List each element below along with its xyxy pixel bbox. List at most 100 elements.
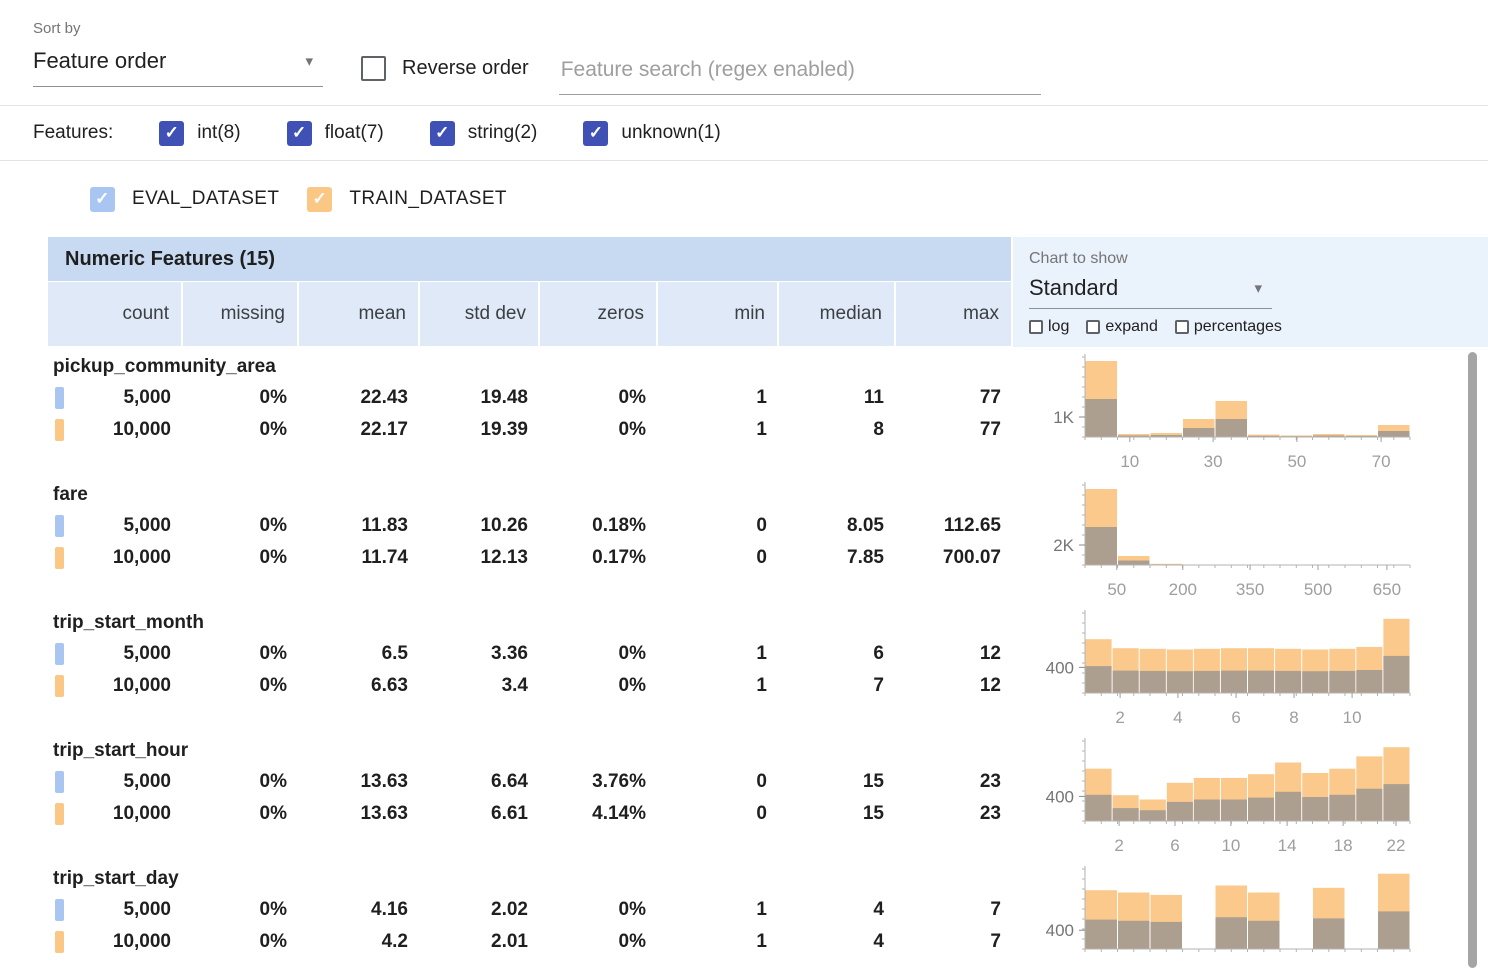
dataset-legend: ✓ EVAL_DATASET ✓ TRAIN_DATASET (0, 161, 1488, 237)
eval-dataset-marker (55, 771, 64, 793)
stat-median: 7.85 (779, 542, 896, 574)
stat-max: 12 (896, 670, 1013, 702)
feature-block-pickup_community_area: pickup_community_area5,0000%22.4319.480%… (48, 351, 1013, 479)
toggle-label: percentages (1194, 318, 1282, 336)
stat-std-dev: 19.48 (420, 382, 540, 414)
svg-text:2: 2 (1114, 836, 1123, 855)
stat-row-eval: 5,0000%22.4319.480%11177 (48, 382, 1013, 414)
eval-dataset-marker (55, 387, 64, 409)
feature-name: trip_start_hour (48, 735, 1013, 766)
stat-missing: 0% (183, 894, 299, 926)
expand-toggle[interactable]: expand (1086, 318, 1158, 336)
svg-text:500: 500 (1304, 580, 1332, 599)
feature-chart-trip_start_day: 400 (1013, 863, 1488, 968)
stat-missing: 0% (183, 766, 299, 798)
sort-order-dropdown[interactable]: Feature order ▾ (33, 48, 323, 87)
stat-zeros: 0% (540, 894, 658, 926)
stat-std-dev: 12.13 (420, 542, 540, 574)
percentages-toggle[interactable]: percentages (1175, 318, 1282, 336)
feature-stats-list: pickup_community_area5,0000%22.4319.480%… (48, 346, 1013, 968)
svg-text:30: 30 (1204, 452, 1223, 471)
train-dataset-marker (55, 931, 64, 953)
svg-text:10: 10 (1343, 708, 1362, 727)
stat-mean: 11.74 (299, 542, 420, 574)
stat-median: 15 (779, 798, 896, 830)
filter-checkbox-unknown[interactable]: ✓ unknown(1) (583, 121, 720, 146)
svg-text:18: 18 (1334, 836, 1353, 855)
checkbox-checked-icon: ✓ (583, 121, 608, 146)
stat-zeros: 0% (540, 926, 658, 958)
histogram-fare: 2K50200350500650 (1013, 479, 1458, 607)
stat-max: 23 (896, 766, 1013, 798)
filter-checkbox-string[interactable]: ✓ string(2) (430, 121, 538, 146)
feature-chart-trip_start_hour: 4002610141822 (1013, 735, 1488, 863)
stat-count: 5,000 (48, 382, 183, 414)
stat-zeros: 0% (540, 670, 658, 702)
stat-min: 1 (658, 382, 779, 414)
stat-median: 8 (779, 414, 896, 446)
stat-max: 112.65 (896, 510, 1013, 542)
table-title: Numeric Features (15) (48, 237, 1013, 281)
eval-dataset-marker (55, 899, 64, 921)
dataset-toggle-eval[interactable]: ✓ EVAL_DATASET (90, 187, 279, 212)
svg-text:2: 2 (1115, 708, 1124, 727)
chevron-down-icon: ▾ (1254, 279, 1262, 297)
stat-mean: 13.63 (299, 766, 420, 798)
feature-chart-pickup_community_area: 1K10305070 (1013, 351, 1488, 479)
checkbox-checked-icon: ✓ (159, 121, 184, 146)
stat-row-train: 10,0000%13.636.614.14%01523 (48, 798, 1013, 830)
stat-row-train: 10,0000%22.1719.390%1877 (48, 414, 1013, 446)
stat-std-dev: 10.26 (420, 510, 540, 542)
eval-dataset-marker (55, 515, 64, 537)
chart-type-value: Standard (1029, 275, 1118, 301)
dataset-toggle-train[interactable]: ✓ TRAIN_DATASET (307, 187, 507, 212)
svg-text:1K: 1K (1053, 408, 1074, 427)
histogram-trip_start_hour: 4002610141822 (1013, 735, 1458, 863)
log-toggle[interactable]: log (1029, 318, 1069, 336)
feature-search-input[interactable] (559, 52, 1041, 95)
filter-label: int(8) (197, 122, 240, 144)
stat-std-dev: 2.02 (420, 894, 540, 926)
dataset-label: TRAIN_DATASET (349, 188, 507, 210)
checkbox-checked-icon: ✓ (430, 121, 455, 146)
stat-mean: 22.17 (299, 414, 420, 446)
filter-checkbox-int[interactable]: ✓ int(8) (159, 121, 240, 146)
stat-zeros: 3.76% (540, 766, 658, 798)
filter-label: unknown(1) (621, 122, 720, 144)
train-dataset-marker (55, 675, 64, 697)
stat-max: 7 (896, 894, 1013, 926)
chart-type-dropdown[interactable]: Standard ▾ (1029, 268, 1272, 309)
sort-by-label: Sort by (33, 20, 323, 37)
stat-min: 1 (658, 670, 779, 702)
stat-median: 15 (779, 766, 896, 798)
stat-row-eval: 5,0000%6.53.360%1612 (48, 638, 1013, 670)
stat-std-dev: 3.4 (420, 670, 540, 702)
column-header-count: count (48, 282, 183, 346)
stat-row-eval: 5,0000%4.162.020%147 (48, 894, 1013, 926)
stat-max: 77 (896, 414, 1013, 446)
filter-checkbox-float[interactable]: ✓ float(7) (287, 121, 384, 146)
feature-type-filter-bar: Features: ✓ int(8) ✓ float(7) ✓ string(2… (0, 106, 1488, 161)
histogram-pickup_community_area: 1K10305070 (1013, 351, 1458, 479)
stat-count: 5,000 (48, 638, 183, 670)
stat-row-train: 10,0000%6.633.40%1712 (48, 670, 1013, 702)
stat-median: 8.05 (779, 510, 896, 542)
stat-missing: 0% (183, 638, 299, 670)
stat-min: 1 (658, 638, 779, 670)
feature-block-trip_start_day: trip_start_day5,0000%4.162.020%14710,000… (48, 863, 1013, 968)
charts-scrollbar[interactable] (1468, 352, 1477, 968)
stat-mean: 6.63 (299, 670, 420, 702)
svg-text:22: 22 (1387, 836, 1406, 855)
reverse-order-checkbox[interactable]: Reverse order (361, 56, 529, 81)
stat-median: 7 (779, 670, 896, 702)
stat-mean: 4.16 (299, 894, 420, 926)
svg-text:50: 50 (1287, 452, 1306, 471)
stats-table: Numeric Features (15) count missing mean… (48, 237, 1013, 968)
stat-count: 10,000 (48, 798, 183, 830)
stat-std-dev: 3.36 (420, 638, 540, 670)
stat-min: 1 (658, 926, 779, 958)
svg-text:10: 10 (1221, 836, 1240, 855)
filter-label: float(7) (325, 122, 384, 144)
eval-dataset-checkbox-icon: ✓ (90, 187, 115, 212)
stat-missing: 0% (183, 382, 299, 414)
